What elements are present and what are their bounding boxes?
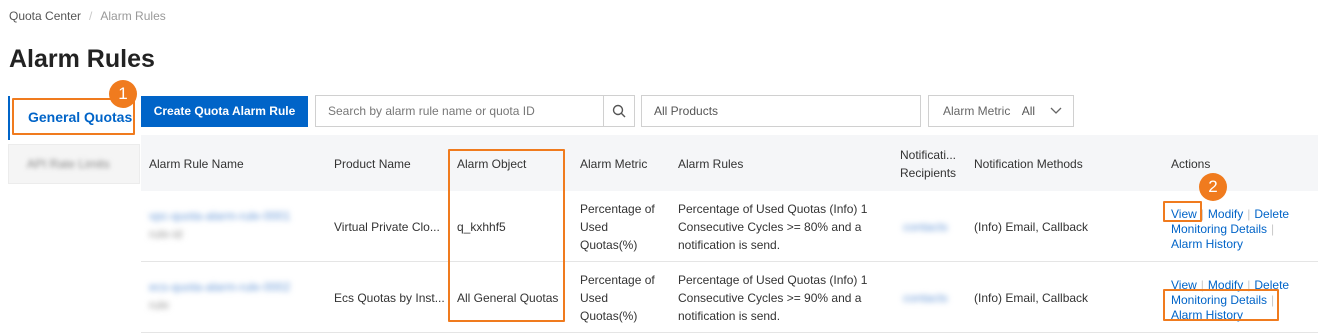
breadcrumb-current: Alarm Rules [100,9,166,23]
delete-button[interactable]: Delete [1254,207,1289,221]
search-input[interactable] [316,96,603,126]
header-alarm-object: Alarm Object [457,157,527,171]
tab-api-rate-limits[interactable]: API Rate Limits [8,144,140,184]
header-actions: Actions [1171,157,1211,171]
monitoring-details-link[interactable]: Monitoring Details [1171,222,1267,236]
alarm-history-link[interactable]: Alarm History [1171,237,1243,251]
alarm-history-link[interactable]: Alarm History [1171,308,1243,322]
annotation-badge-2: 2 [1199,173,1227,201]
page-title: Alarm Rules [9,45,155,73]
alarm-metric-select[interactable]: Alarm Metric All [928,95,1074,127]
notification-methods: (Info) Email, Callback [974,291,1089,305]
chevron-down-icon [1049,96,1063,137]
alarm-metric-line2: Used [580,220,609,234]
notification-recipients[interactable]: contacts [903,218,948,236]
table-row: ecs-quota-alarm-rule-0002 rule Ecs Quota… [141,262,1318,333]
alarm-metric-line2: Used [580,291,609,305]
alarm-object: q_kxhhf5 [457,220,506,234]
monitoring-details-link[interactable]: Monitoring Details [1171,293,1267,307]
header-alarm-rule-name: Alarm Rule Name [149,157,244,171]
header-notification-methods: Notification Methods [974,157,1083,171]
product-select[interactable]: All Products [641,95,921,127]
annotation-badge-1: 1 [109,80,137,108]
product-name: Ecs Quotas by Inst... [334,291,445,305]
divider: | [1247,278,1251,292]
divider: | [1271,293,1275,307]
alarm-metric-line1: Percentage of [580,202,655,216]
alarm-rule-name-link[interactable]: ecs-quota-alarm-rule-0002 [149,278,290,296]
header-alarm-rules: Alarm Rules [678,157,744,171]
tab-api-rate-limits-label: API Rate Limits [27,157,110,171]
search-icon [612,104,626,118]
table-row: vpc-quota-alarm-rule-0001 rule-id Virtua… [141,191,1318,262]
actions-line3: Alarm History [1171,306,1243,324]
breadcrumb-root[interactable]: Quota Center [9,9,81,23]
notification-methods: (Info) Email, Callback [974,220,1089,234]
divider: | [1200,207,1204,221]
search-box [315,95,635,127]
alarm-rule-line2: Consecutive Cycles >= 90% and a [678,291,862,305]
alarm-rule-id: rule-id [149,227,183,241]
divider: | [1271,222,1275,236]
alarm-rule-line1: Percentage of Used Quotas (Info) 1 [678,273,868,287]
product-select-value: All Products [654,104,719,118]
alarm-rule-line1: Percentage of Used Quotas (Info) 1 [678,202,868,216]
divider: | [1247,207,1251,221]
alarm-metric-line3: Quotas(%) [580,238,638,252]
header-product-name: Product Name [334,157,411,171]
header-alarm-metric: Alarm Metric [580,157,648,171]
header-recipients-line1: Notificati... [900,148,957,162]
alarm-rule-line2: Consecutive Cycles >= 80% and a [678,220,862,234]
header-recipients-line2: Recipients [900,166,957,180]
quota-type-tabs: General Quotas API Rate Limits [8,96,140,336]
search-button[interactable] [603,96,634,126]
alarm-rule-id: rule [149,298,170,312]
notification-recipients[interactable]: contacts [903,289,948,307]
breadcrumb: Quota Center / Alarm Rules [9,9,166,23]
actions-line3: Alarm History [1171,235,1243,253]
breadcrumb-separator: / [89,9,93,23]
delete-button[interactable]: Delete [1254,278,1289,292]
modify-button[interactable]: Modify [1208,278,1243,292]
alarm-metric-line1: Percentage of [580,273,655,287]
view-button[interactable]: View [1171,207,1197,221]
tab-general-quotas-label: General Quotas [28,109,133,125]
alarm-metric-select-value: All [1021,104,1036,118]
alarm-rule-name-link[interactable]: vpc-quota-alarm-rule-0001 [149,207,290,225]
modify-button[interactable]: Modify [1208,207,1243,221]
alarm-metric-line3: Quotas(%) [580,309,638,323]
alarm-rule-line3: notification is send. [678,238,781,252]
create-quota-alarm-rule-button[interactable]: Create Quota Alarm Rule [141,96,308,127]
view-button[interactable]: View [1171,278,1197,292]
alarm-object: All General Quotas [457,291,559,305]
alarm-metric-select-label: Alarm Metric [943,104,1011,118]
divider: | [1200,278,1204,292]
table-header: Alarm Rule Name Product Name Alarm Objec… [141,135,1318,191]
product-name: Virtual Private Clo... [334,220,440,234]
alarm-rule-line3: notification is send. [678,309,781,323]
